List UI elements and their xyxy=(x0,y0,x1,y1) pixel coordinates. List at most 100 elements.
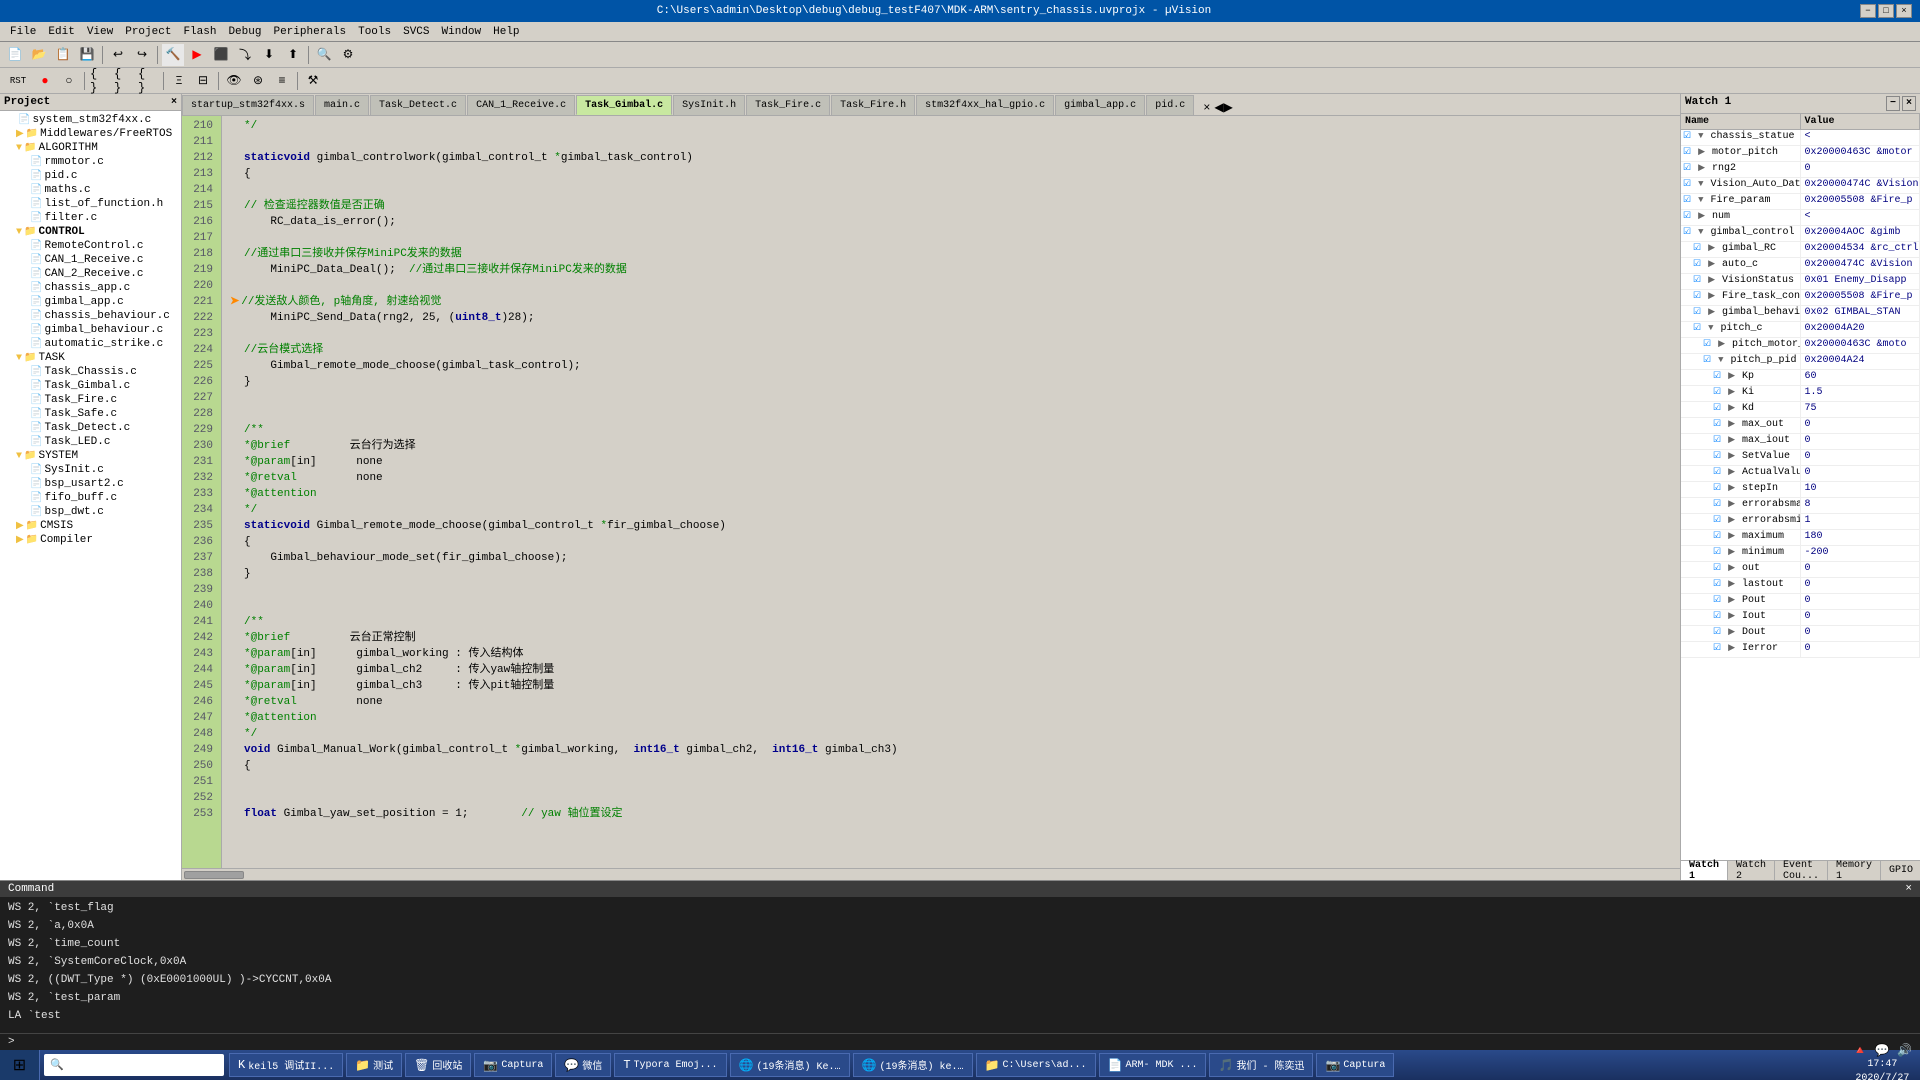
tree-item-gimbal_app-c[interactable]: 📄gimbal_app.c xyxy=(2,295,179,309)
watch-check[interactable]: ☑ xyxy=(1703,355,1711,365)
watch-cell-value[interactable]: 0x20004A20 xyxy=(1801,322,1920,337)
watch-row[interactable]: ☑ ▶ max_out 0 xyxy=(1681,418,1920,434)
watch-expand-icon[interactable]: ▶ xyxy=(1728,515,1735,525)
watch-expand-icon[interactable]: ▶ xyxy=(1708,259,1715,269)
code-content[interactable]: */static void gimbal_controlwork(gimbal_… xyxy=(222,116,1680,868)
tree-item-Task_Chassis-c[interactable]: 📄Task_Chassis.c xyxy=(2,365,179,379)
watch-row[interactable]: ☑ ▶ stepIn 10 xyxy=(1681,482,1920,498)
tree-item-Middlewares/FreeRTOS[interactable]: ▶📁Middlewares/FreeRTOS xyxy=(2,127,179,141)
tree-item-rmmotor-c[interactable]: 📄rmmotor.c xyxy=(2,155,179,169)
tree-item-chassis_app-c[interactable]: 📄chassis_app.c xyxy=(2,281,179,295)
tab-nav-right[interactable]: ▶ xyxy=(1224,100,1233,115)
watch-expand-icon[interactable]: ▶ xyxy=(1728,611,1735,621)
watch-close-icon[interactable]: × xyxy=(1902,96,1916,111)
tb2-trace[interactable]: ≡ xyxy=(271,70,293,92)
watch-row[interactable]: ☑ ▶ lastout 0 xyxy=(1681,578,1920,594)
maximize-btn[interactable]: □ xyxy=(1878,4,1894,18)
watch-check[interactable]: ☑ xyxy=(1683,227,1691,237)
watch-expand-icon[interactable]: ▶ xyxy=(1718,339,1725,349)
taskbar-item-keil5-调试II...[interactable]: Kkeil5 调试II... xyxy=(229,1053,343,1077)
watch-check[interactable]: ☑ xyxy=(1683,147,1691,157)
tab-startup_stm32f4xx-s[interactable]: startup_stm32f4xx.s xyxy=(182,95,314,115)
tab-Task_Gimbal-c[interactable]: Task_Gimbal.c xyxy=(576,95,672,115)
watch-expand-icon[interactable]: ▶ xyxy=(1728,531,1735,541)
tree-item-gimbal_behaviour-c[interactable]: 📄gimbal_behaviour.c xyxy=(2,323,179,337)
taskbar-item-微信[interactable]: 💬微信 xyxy=(555,1053,611,1077)
watch-cell-value[interactable]: 0x20005508 &Fire_p xyxy=(1801,290,1920,305)
watch-expand-icon[interactable]: ▼ xyxy=(1708,323,1713,333)
watch-row[interactable]: ☑ ▶ Fire_task_control 0x20005508 &Fire_p xyxy=(1681,290,1920,306)
menu-peripherals[interactable]: Peripherals xyxy=(267,25,352,39)
watch-cell-value[interactable]: 10 xyxy=(1801,482,1920,497)
tree-item-system_stm32f4xx-c[interactable]: 📄system_stm32f4xx.c xyxy=(2,113,179,127)
tb-step-over[interactable]: ⤵ xyxy=(234,44,256,66)
watch-check[interactable]: ☑ xyxy=(1713,627,1721,637)
tb-new[interactable]: 📄 xyxy=(4,44,26,66)
tree-item-CAN_1_Receive-c[interactable]: 📄CAN_1_Receive.c xyxy=(2,253,179,267)
tb2-more[interactable]: ⚒ xyxy=(302,70,324,92)
watch-cell-value[interactable]: 0 xyxy=(1801,162,1920,177)
tab-SysInit-h[interactable]: SysInit.h xyxy=(673,95,745,115)
watch-cell-value[interactable]: 0x20004AOC &gimb xyxy=(1801,226,1920,241)
tb-copy[interactable]: 📋 xyxy=(52,44,74,66)
tree-item-Compiler[interactable]: ▶📁Compiler xyxy=(2,533,179,547)
watch-cell-value[interactable]: 0x20004A24 xyxy=(1801,354,1920,369)
menu-view[interactable]: View xyxy=(81,25,119,39)
watch-check[interactable]: ☑ xyxy=(1713,611,1721,621)
watch-cell-value[interactable]: 0 xyxy=(1801,450,1920,465)
tree-item-filter-c[interactable]: 📄filter.c xyxy=(2,211,179,225)
watch-check[interactable]: ☑ xyxy=(1713,387,1721,397)
watch-row[interactable]: ☑ ▶ Ierror 0 xyxy=(1681,642,1920,658)
menu-tools[interactable]: Tools xyxy=(352,25,397,39)
watch-check[interactable]: ☑ xyxy=(1713,371,1721,381)
watch-check[interactable]: ☑ xyxy=(1713,643,1721,653)
tab-gimbal_app-c[interactable]: gimbal_app.c xyxy=(1055,95,1145,115)
tree-item-ALGORITHM[interactable]: ▼📁ALGORITHM xyxy=(2,141,179,155)
watch-row[interactable]: ☑ ▼ pitch_c 0x20004A20 xyxy=(1681,322,1920,338)
tree-item-Task_Gimbal-c[interactable]: 📄Task_Gimbal.c xyxy=(2,379,179,393)
tree-item-Task_Fire-c[interactable]: 📄Task_Fire.c xyxy=(2,393,179,407)
watch-cell-value[interactable]: 0 xyxy=(1801,642,1920,657)
tab-stm32f4xx_hal_gpio-c[interactable]: stm32f4xx_hal_gpio.c xyxy=(916,95,1054,115)
watch-row[interactable]: ☑ ▶ Ki 1.5 xyxy=(1681,386,1920,402)
watch-check[interactable]: ☑ xyxy=(1713,499,1721,509)
menu-window[interactable]: Window xyxy=(436,25,488,39)
watch-row[interactable]: ☑ ▶ errorabsmin 1 xyxy=(1681,514,1920,530)
watch-cell-value[interactable]: 180 xyxy=(1801,530,1920,545)
watch-check[interactable]: ☑ xyxy=(1703,339,1711,349)
taskbar-item-Captura[interactable]: 📷Captura xyxy=(474,1053,552,1077)
watch-row[interactable]: ☑ ▶ gimbal_RC 0x20004534 &rc_ctrl xyxy=(1681,242,1920,258)
tab-CAN_1_Receive-c[interactable]: CAN_1_Receive.c xyxy=(467,95,575,115)
watch-expand-icon[interactable]: ▶ xyxy=(1708,275,1715,285)
tb-save[interactable]: 💾 xyxy=(76,44,98,66)
watch-expand-icon[interactable]: ▶ xyxy=(1728,627,1735,637)
tree-item-automatic_strike-c[interactable]: 📄automatic_strike.c xyxy=(2,337,179,351)
watch-tab-GPIO[interactable]: GPIO xyxy=(1881,861,1920,880)
watch-cell-value[interactable]: 1.5 xyxy=(1801,386,1920,401)
watch-row[interactable]: ☑ ▼ chassis_statue < xyxy=(1681,130,1920,146)
taskbar-item-(19条消息)-ke...[interactable]: 🌐(19条消息) ke... xyxy=(853,1053,973,1077)
tb2-bp2[interactable]: { } xyxy=(113,70,135,92)
watch-expand-icon[interactable]: ▶ xyxy=(1708,291,1715,301)
tree-item-list_of_function-h[interactable]: 📄list_of_function.h xyxy=(2,197,179,211)
tree-item-fifo_buff-c[interactable]: 📄fifo_buff.c xyxy=(2,491,179,505)
watch-cell-value[interactable]: 0 xyxy=(1801,610,1920,625)
tb2-mem[interactable]: Ξ xyxy=(168,70,190,92)
tb-build[interactable]: 🔨 xyxy=(162,44,184,66)
tb2-bp1[interactable]: { } xyxy=(89,70,111,92)
watch-row[interactable]: ☑ ▼ Fire_param 0x20005508 &Fire_p xyxy=(1681,194,1920,210)
watch-row[interactable]: ☑ ▶ VisionStatus 0x01 Enemy_Disapp xyxy=(1681,274,1920,290)
tab-nav-left[interactable]: ◀ xyxy=(1214,100,1223,115)
watch-row[interactable]: ☑ ▶ auto_c 0x2000474C &Vision xyxy=(1681,258,1920,274)
watch-check[interactable]: ☑ xyxy=(1713,515,1721,525)
tree-item-chassis_behaviour-c[interactable]: 📄chassis_behaviour.c xyxy=(2,309,179,323)
watch-cell-value[interactable]: 0x01 Enemy_Disapp xyxy=(1801,274,1920,289)
command-input[interactable] xyxy=(19,1036,1912,1048)
watch-cell-value[interactable]: 0x20005508 &Fire_p xyxy=(1801,194,1920,209)
watch-expand-icon[interactable]: ▼ xyxy=(1698,131,1703,141)
watch-expand-icon[interactable]: ▼ xyxy=(1698,195,1703,205)
watch-expand-icon[interactable]: ▶ xyxy=(1728,467,1735,477)
watch-check[interactable]: ☑ xyxy=(1683,211,1691,221)
menu-project[interactable]: Project xyxy=(119,25,177,39)
watch-cell-value[interactable]: < xyxy=(1801,130,1920,145)
